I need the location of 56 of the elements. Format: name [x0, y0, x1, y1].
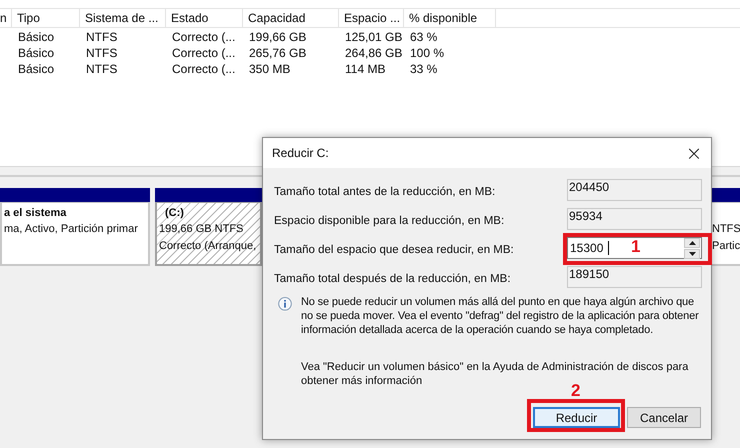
- partition-bar: [710, 188, 740, 202]
- table-cell-text: 265,76 GB: [248, 45, 308, 61]
- spin-up-button[interactable]: [684, 238, 700, 248]
- table-cell-text: 114 MB: [344, 61, 386, 77]
- readonly-field: 95934: [567, 208, 702, 230]
- table-cell-text: 350 MB: [248, 61, 292, 77]
- info-message: No se puede reducir un volumen más allá del punto en que haya algún archivo que no se pueda mover. Vea el evento "defrag" del registro de la aplicación para obtener información detallada acerca de la operación cuando se haya completado.: [301, 295, 700, 337]
- column-header[interactable]: Estado: [166, 9, 243, 27]
- annotation-number: 2: [571, 383, 580, 399]
- partition-info: Partic: [712, 239, 740, 254]
- dialog-title: Reducir C:: [272, 146, 329, 160]
- partition-info: NTFS: [712, 222, 740, 237]
- field-label: Tamaño total antes de la reducción, en MB:: [274, 185, 496, 198]
- field-label: Tamaño del espacio que desea reducir, en MB:: [274, 243, 515, 256]
- up-triangle-icon: [688, 240, 696, 244]
- column-header[interactable]: Capacidad: [243, 9, 339, 27]
- readonly-field: 189150: [567, 266, 702, 288]
- table-cell-text: NTFS: [85, 29, 118, 45]
- column-header[interactable]: Sistema de ...: [80, 9, 166, 27]
- table-cell-text: Básico: [17, 45, 56, 61]
- table-cell-text: 63 %: [409, 29, 438, 45]
- table-cell-text: 33 %: [409, 61, 438, 77]
- field-label: Tamaño total después de la reducción, en MB:: [274, 272, 512, 285]
- partition-info: ma, Activo, Partición primar: [4, 222, 138, 237]
- partition-block[interactable]: NTFS Partic: [710, 202, 740, 266]
- table-cell-text: NTFS: [85, 61, 118, 77]
- column-header[interactable]: n: [0, 9, 12, 27]
- partition-name: a el sistema: [4, 206, 68, 221]
- field-label: Espacio disponible para la reducción, en MB:: [274, 214, 506, 227]
- number-input[interactable]: 15300: [568, 241, 608, 255]
- spin-down-button[interactable]: [684, 248, 700, 258]
- table-cell-text: NTFS: [85, 45, 118, 61]
- table-cell-text: Básico: [17, 29, 56, 45]
- partition-block[interactable]: a el sistema ma, Activo, Partición primar: [0, 202, 150, 266]
- table-cell-text: Básico: [17, 61, 56, 77]
- column-header[interactable]: Tipo: [12, 9, 80, 27]
- table-cell-text: Correcto (...: [171, 45, 236, 61]
- table-cell-text: 100 %: [409, 45, 446, 61]
- table-cell-text: 264,86 GB: [344, 45, 404, 61]
- primary-button[interactable]: Reducir: [533, 407, 620, 428]
- column-header[interactable]: % disponible: [404, 9, 496, 27]
- table-cell-text: 199,66 GB: [248, 29, 308, 45]
- down-triangle-icon: [688, 252, 696, 256]
- table-cell-text: Correcto (...: [171, 61, 236, 77]
- table-cell-text: Correcto (...: [171, 29, 236, 45]
- column-header[interactable]: Espacio ...: [339, 9, 404, 27]
- annotation-number: 1: [631, 238, 640, 256]
- close-button[interactable]: ×: [677, 138, 711, 168]
- partition-block[interactable]: (C:) 199,66 GB NTFS Correcto (Arranque,: [155, 202, 262, 266]
- partition-name: (C:): [164, 206, 185, 221]
- table-cell-text: 125,01 GB: [344, 29, 404, 45]
- partition-info: Correcto (Arranque,: [159, 239, 256, 254]
- partition-info: 199,66 GB NTFS: [159, 222, 244, 237]
- info-icon: [278, 297, 292, 312]
- readonly-field: 204450: [567, 179, 702, 201]
- cancel-button[interactable]: Cancelar: [627, 407, 701, 428]
